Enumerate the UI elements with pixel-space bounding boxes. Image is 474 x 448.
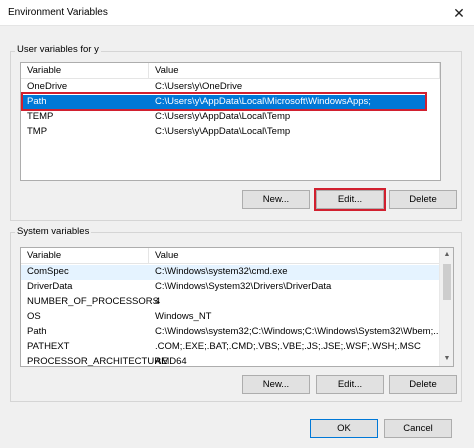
variable-value: C:\Windows\System32\Drivers\DriverData: [155, 281, 332, 292]
system-list-header: Variable Value: [21, 248, 453, 264]
list-item[interactable]: OS Windows_NT: [21, 310, 440, 325]
list-item[interactable]: Path C:\Windows\system32;C:\Windows;C:\W…: [21, 325, 442, 340]
list-item-selected[interactable]: Path C:\Users\y\AppData\Local\Microsoft\…: [21, 95, 425, 110]
variable-name: Path: [27, 326, 47, 337]
variable-value: C:\Users\y\AppData\Local\Temp: [155, 126, 291, 137]
system-variables-list[interactable]: Variable Value ComSpec C:\Windows\system…: [20, 247, 454, 367]
variable-value: Windows_NT: [155, 311, 212, 322]
column-header-value[interactable]: Value: [155, 250, 179, 261]
list-item[interactable]: OneDrive C:\Users\y\OneDrive: [21, 80, 440, 95]
system-delete-button[interactable]: Delete: [389, 375, 457, 394]
list-item[interactable]: DriverData C:\Windows\System32\Drivers\D…: [21, 280, 440, 295]
variable-value: C:\Users\y\OneDrive: [155, 81, 243, 92]
variable-value: .COM;.EXE;.BAT;.CMD;.VBS;.VBE;.JS;.JSE;.…: [155, 341, 421, 352]
user-list-header: Variable Value: [21, 63, 440, 79]
cancel-button[interactable]: Cancel: [384, 419, 452, 438]
variable-value: 4: [155, 296, 161, 307]
variable-name: DriverData: [27, 281, 73, 292]
variable-name: TMP: [27, 126, 48, 137]
user-variables-list[interactable]: Variable Value OneDrive C:\Users\y\OneDr…: [20, 62, 441, 181]
system-edit-button[interactable]: Edit...: [316, 375, 384, 394]
scroll-down-icon[interactable]: ▼: [440, 352, 453, 366]
variable-name: NUMBER_OF_PROCESSORS: [27, 296, 159, 307]
variable-value: C:\Windows\system32;C:\Windows;C:\Window…: [155, 326, 442, 337]
scroll-up-icon[interactable]: ▲: [440, 248, 453, 262]
list-item[interactable]: TMP C:\Users\y\AppData\Local\Temp: [21, 125, 440, 140]
column-header-value[interactable]: Value: [155, 65, 179, 76]
variable-value: C:\Users\y\AppData\Local\Microsoft\Windo…: [155, 96, 371, 107]
list-item[interactable]: NUMBER_OF_PROCESSORS 4: [21, 295, 440, 310]
system-variables-label: System variables: [15, 226, 92, 237]
title-bar: Environment Variables ✕: [0, 0, 474, 26]
system-new-button[interactable]: New...: [242, 375, 310, 394]
scrollbar-thumb[interactable]: [443, 264, 451, 300]
ok-button[interactable]: OK: [310, 419, 378, 438]
variable-name: TEMP: [27, 111, 54, 122]
variable-value: AMD64: [155, 356, 187, 367]
variable-value: C:\Users\y\AppData\Local\Temp: [155, 111, 291, 122]
list-item[interactable]: ComSpec C:\Windows\system32\cmd.exe: [21, 265, 440, 280]
list-item[interactable]: PROCESSOR_ARCHITECTURE AMD64: [21, 355, 440, 367]
variable-name: OS: [27, 311, 41, 322]
variable-name: Path: [27, 96, 47, 107]
window-title: Environment Variables: [8, 7, 108, 18]
user-delete-button[interactable]: Delete: [389, 190, 457, 209]
user-variables-label: User variables for y: [15, 44, 101, 55]
variable-name: PATHEXT: [27, 341, 70, 352]
list-item[interactable]: PATHEXT .COM;.EXE;.BAT;.CMD;.VBS;.VBE;.J…: [21, 340, 440, 355]
user-edit-button[interactable]: Edit...: [316, 190, 384, 209]
list-item[interactable]: TEMP C:\Users\y\AppData\Local\Temp: [21, 110, 440, 125]
variable-name: PROCESSOR_ARCHITECTURE: [27, 356, 168, 367]
column-header-variable[interactable]: Variable: [27, 250, 61, 261]
variable-name: OneDrive: [27, 81, 68, 92]
close-icon[interactable]: ✕: [450, 4, 468, 22]
column-header-variable[interactable]: Variable: [27, 65, 61, 76]
user-new-button[interactable]: New...: [242, 190, 310, 209]
variable-value: C:\Windows\system32\cmd.exe: [155, 266, 288, 277]
variable-name: ComSpec: [27, 266, 69, 277]
system-list-scrollbar[interactable]: ▲ ▼: [439, 248, 453, 366]
